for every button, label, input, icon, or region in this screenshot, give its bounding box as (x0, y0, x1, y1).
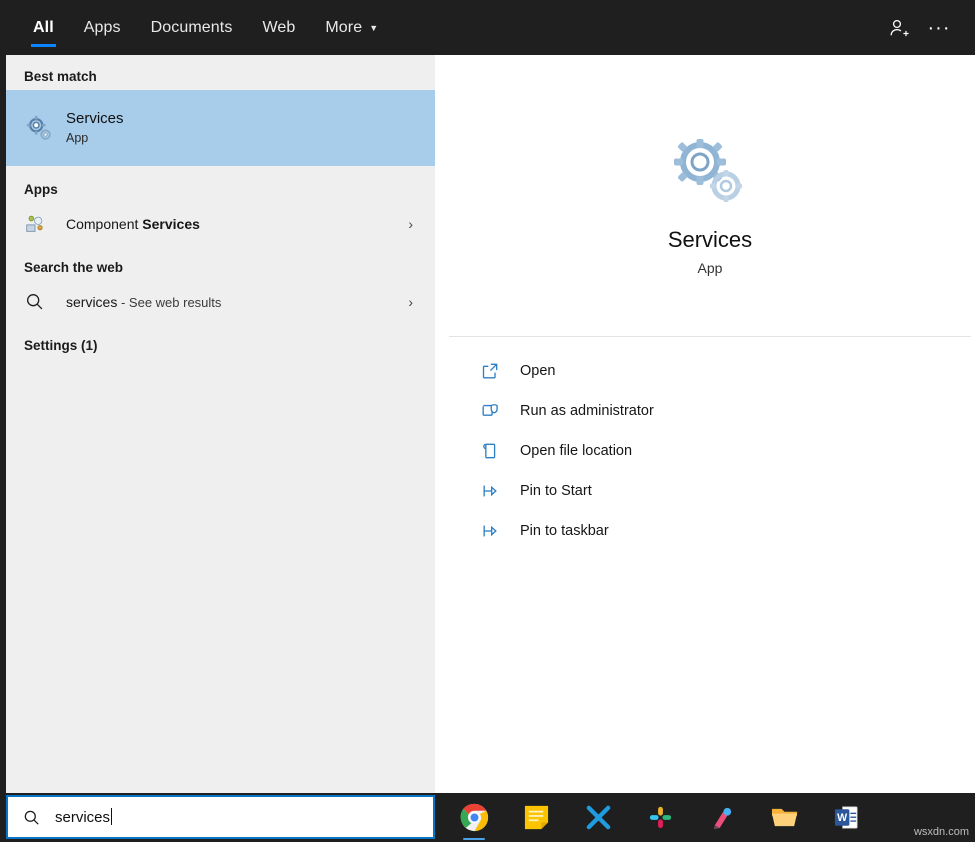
result-row-component-services[interactable]: Component Services › (6, 203, 435, 244)
settings-header: Settings (1) (24, 338, 98, 353)
search-icon (24, 291, 66, 312)
apps-header: Apps (24, 182, 58, 197)
taskbar-icons: W (443, 793, 877, 842)
component-services-icon (24, 213, 66, 235)
action-pin-to-start-label: Pin to Start (520, 483, 592, 499)
preview-pane: Services App Open Run as administrator O… (449, 70, 971, 778)
search-filter-bar: All Apps Documents Web More ▼ ··· (0, 0, 975, 55)
ellipsis-glyph: ··· (927, 16, 951, 39)
ellipsis-icon[interactable]: ··· (919, 8, 959, 48)
preview-actions: Open Run as administrator Open file loca… (449, 337, 971, 551)
account-icon[interactable] (879, 8, 919, 48)
action-pin-to-taskbar-label: Pin to taskbar (520, 523, 609, 539)
chrome-icon[interactable] (443, 793, 505, 842)
best-match-title: Services (66, 110, 124, 127)
results-list-pane: Best match Services App Apps Component S… (6, 55, 435, 793)
tab-all-label: All (33, 18, 54, 36)
folder-location-icon (480, 441, 520, 461)
web-suffix-text: - See web results (117, 294, 222, 310)
chevron-down-icon: ▼ (369, 23, 379, 33)
chevron-right-icon-web[interactable]: › (408, 294, 425, 310)
topbar-actions: ··· (879, 0, 975, 55)
preview-app-name: Services (667, 227, 753, 252)
result-label-plain: Component (66, 215, 143, 232)
best-match-text: Services App (66, 109, 124, 147)
action-run-as-administrator-label: Run as administrator (520, 403, 654, 419)
preview-app-type: App (697, 260, 723, 276)
snip-sketch-icon[interactable] (691, 793, 753, 842)
pin-taskbar-icon (480, 521, 520, 541)
services-gears-large-icon (670, 136, 750, 213)
text-caret (111, 808, 113, 825)
best-match-row-services[interactable]: Services App (6, 90, 435, 166)
chrome-active-indicator (463, 838, 485, 840)
best-match-header: Best match (24, 69, 97, 84)
pin-start-icon (480, 481, 520, 501)
tab-all[interactable]: All (18, 0, 69, 55)
tab-apps-label: Apps (83, 18, 121, 36)
open-icon (480, 361, 520, 381)
tab-apps[interactable]: Apps (69, 0, 136, 55)
action-run-as-administrator[interactable]: Run as administrator (449, 391, 971, 431)
action-open-file-location-label: Open file location (520, 443, 633, 459)
preview-card: Services App (449, 70, 971, 337)
action-open-label: Open (520, 363, 556, 379)
tab-web[interactable]: Web (247, 0, 310, 55)
sticky-notes-icon[interactable] (505, 793, 567, 842)
action-open[interactable]: Open (449, 351, 971, 391)
tab-documents[interactable]: Documents (136, 0, 248, 55)
search-input[interactable]: services (6, 795, 435, 839)
chevron-right-icon[interactable]: › (408, 216, 425, 232)
tab-web-label: Web (262, 18, 296, 36)
word-icon[interactable]: W (815, 793, 877, 842)
shield-run-icon (480, 401, 520, 421)
result-label-component-services: Component Services (66, 216, 200, 232)
slack-icon[interactable] (629, 793, 691, 842)
source-url-text: wsxdn.com (913, 826, 969, 838)
services-gears-icon (24, 113, 66, 143)
tab-documents-label: Documents (150, 18, 233, 36)
action-pin-to-taskbar[interactable]: Pin to taskbar (449, 511, 971, 551)
web-query-text: services (66, 293, 118, 310)
x-app-icon[interactable] (567, 793, 629, 842)
topbar-left-edge (0, 0, 18, 55)
tab-more-label: More (325, 18, 363, 36)
result-label-bold: Services (142, 215, 200, 232)
svg-text:W: W (837, 812, 847, 824)
result-row-web-services[interactable]: services - See web results › (6, 281, 435, 322)
best-match-subtitle: App (66, 131, 89, 145)
file-explorer-icon[interactable] (753, 793, 815, 842)
windows-search-flyout: All Apps Documents Web More ▼ ··· Best m… (0, 0, 975, 842)
action-pin-to-start[interactable]: Pin to Start (449, 471, 971, 511)
filter-tabs: All Apps Documents Web More ▼ (18, 0, 393, 55)
search-input-value: services (55, 808, 113, 826)
search-query-text: services (55, 809, 111, 826)
result-label-web-services: services - See web results (66, 294, 221, 310)
action-open-file-location[interactable]: Open file location (449, 431, 971, 471)
search-web-header: Search the web (24, 260, 124, 275)
search-results-body: Best match Services App Apps Component S… (0, 55, 975, 831)
tab-more[interactable]: More ▼ (310, 0, 393, 55)
search-icon (22, 808, 41, 827)
